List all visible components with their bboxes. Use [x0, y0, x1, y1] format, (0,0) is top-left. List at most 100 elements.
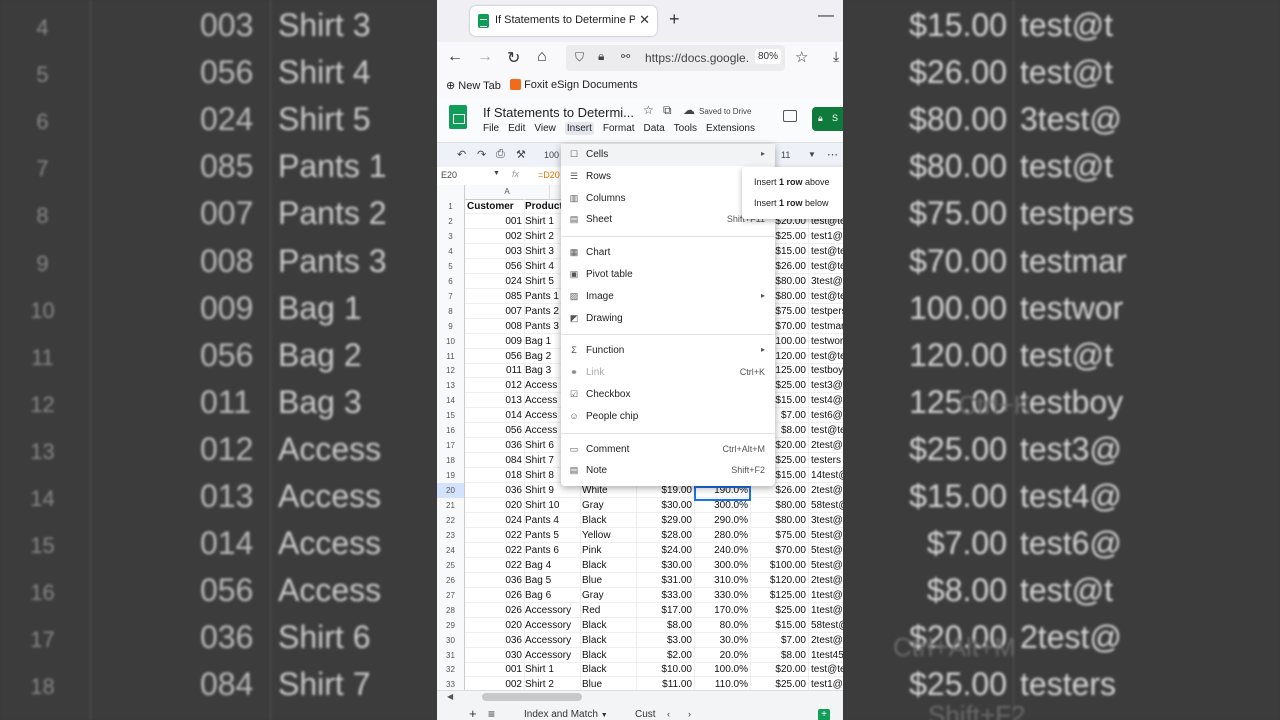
minimize-button[interactable]: — [818, 7, 834, 25]
table-cell[interactable]: 170.0% [695, 602, 751, 618]
zoom-select[interactable]: 100 [544, 150, 559, 160]
table-cell[interactable]: 003 [465, 243, 525, 259]
table-cell[interactable]: 036 [465, 483, 525, 499]
table-cell[interactable]: Black [580, 632, 637, 648]
table-cell[interactable]: 2test@ [809, 483, 843, 499]
table-cell[interactable]: test1@ [809, 229, 843, 244]
table-cell[interactable]: Black [580, 512, 637, 528]
table-cell[interactable]: Red [580, 602, 637, 618]
move-folder-icon[interactable]: ⧉ [663, 103, 672, 118]
table-cell[interactable]: Black [580, 662, 637, 678]
row-header[interactable]: 27 [437, 587, 465, 604]
table-cell[interactable]: 056 [465, 348, 525, 364]
row-header[interactable]: 10 [437, 333, 465, 350]
table-cell[interactable]: 3test@ [809, 513, 843, 528]
table-cell[interactable]: 240.0% [695, 542, 751, 558]
table-cell[interactable]: 5test@ [809, 528, 843, 543]
explore-icon[interactable]: + [818, 709, 830, 720]
redo-icon[interactable]: ↷ [477, 148, 486, 161]
table-cell[interactable]: 009 [465, 333, 525, 349]
select-all-corner[interactable] [437, 185, 465, 200]
table-cell[interactable]: test4@ [809, 393, 843, 409]
table-cell[interactable]: $31.00 [637, 572, 695, 588]
menu-extensions[interactable]: Extensions [706, 123, 755, 134]
table-cell[interactable]: 290.0% [695, 512, 751, 528]
table-cell[interactable]: 2test@ [809, 633, 843, 648]
table-cell[interactable]: 310.0% [695, 572, 751, 588]
table-cell[interactable]: Accessory [523, 602, 581, 618]
table-cell[interactable]: 022 [465, 527, 525, 543]
table-cell[interactable]: $30.00 [637, 498, 695, 513]
table-cell[interactable]: 026 [465, 587, 525, 603]
shield-icon[interactable]: ⛉ [575, 50, 584, 65]
table-cell[interactable]: 013 [465, 393, 525, 409]
star-icon[interactable]: ☆ [643, 103, 654, 117]
table-cell[interactable]: Shirt 2 [523, 677, 581, 690]
table-cell[interactable]: 58test@ [809, 498, 843, 513]
table-cell[interactable]: $8.00 [751, 647, 809, 663]
submenu-item-insert-row-below[interactable]: Insert 1 row below [754, 198, 829, 208]
row-header[interactable]: 33 [437, 677, 465, 690]
row-header[interactable]: 23 [437, 527, 465, 544]
table-cell[interactable]: $29.00 [637, 512, 695, 528]
table-cell[interactable]: 030 [465, 647, 525, 663]
table-cell[interactable]: Accessory [523, 632, 581, 648]
menu-data[interactable]: Data [644, 123, 665, 134]
table-cell[interactable]: 001 [465, 213, 525, 229]
row-header[interactable]: 13 [437, 378, 465, 395]
table-cell[interactable]: 007 [465, 303, 525, 319]
menu-item-drawing[interactable]: ◩ Drawing [561, 308, 775, 330]
table-cell[interactable]: 020 [465, 498, 525, 513]
table-cell[interactable]: Accessory [523, 647, 581, 663]
table-cell[interactable]: test@te [809, 662, 843, 678]
reload-icon[interactable]: ↻ [507, 48, 520, 68]
url-text[interactable]: https://docs.google. [645, 51, 749, 65]
document-title[interactable]: If Statements to Determi... [483, 105, 634, 120]
sheets-logo-icon[interactable] [449, 105, 467, 129]
table-cell[interactable]: 14test@ [809, 468, 843, 484]
new-tab-button[interactable]: + [669, 9, 680, 30]
table-cell[interactable]: Black [580, 617, 637, 633]
row-header[interactable]: 7 [437, 288, 465, 305]
table-cell[interactable]: test6@ [809, 408, 843, 424]
row-header[interactable]: 31 [437, 647, 465, 664]
row-header[interactable]: 28 [437, 602, 465, 619]
forward-arrow-icon[interactable]: → [477, 48, 493, 66]
table-cell[interactable]: $10.00 [637, 662, 695, 678]
table-cell[interactable]: Pants 5 [523, 527, 581, 543]
menu-format[interactable]: Format [603, 123, 635, 134]
table-cell[interactable]: $25.00 [751, 677, 809, 690]
table-cell[interactable]: $28.00 [637, 527, 695, 543]
table-cell[interactable]: $120.00 [751, 572, 809, 588]
row-header[interactable]: 11 [437, 348, 465, 365]
row-header[interactable]: 32 [437, 662, 465, 679]
table-cell[interactable]: 58test@ [809, 618, 843, 633]
row-header[interactable]: 18 [437, 453, 465, 470]
table-cell[interactable]: 2test@ [809, 573, 843, 588]
submenu-item-insert-row-above[interactable]: Insert 1 row above [754, 177, 830, 187]
menu-item-function[interactable]: Σ Function ▸ [561, 340, 775, 362]
table-cell[interactable]: 1test@ [809, 588, 843, 603]
table-cell[interactable]: Gray [580, 498, 637, 513]
row-header[interactable]: 17 [437, 438, 465, 455]
table-cell[interactable]: $25.00 [751, 602, 809, 618]
horizontal-scrollbar[interactable] [482, 693, 582, 701]
column-header-a[interactable]: A [465, 185, 550, 200]
menu-item-chart[interactable]: ▦ Chart [561, 242, 775, 264]
menu-view[interactable]: View [534, 123, 556, 134]
row-header[interactable]: 1 [437, 199, 465, 215]
table-cell[interactable]: 330.0% [695, 587, 751, 603]
table-cell[interactable]: 001 [465, 662, 525, 678]
table-cell[interactable]: $15.00 [751, 617, 809, 633]
table-cell[interactable]: test@te [809, 289, 843, 304]
table-cell[interactable]: $75.00 [751, 527, 809, 543]
table-cell[interactable]: Blue [580, 677, 637, 690]
table-cell[interactable]: 110.0% [695, 677, 751, 690]
table-cell[interactable]: 2test@ [809, 438, 843, 454]
font-size-input[interactable]: 11 [781, 150, 790, 160]
menu-insert[interactable]: Insert [564, 122, 594, 135]
table-cell[interactable]: testers [809, 453, 843, 469]
more-options-icon[interactable]: ⋯ [827, 148, 838, 161]
table-cell[interactable]: testpers [809, 304, 843, 319]
menu-edit[interactable]: Edit [508, 123, 525, 134]
